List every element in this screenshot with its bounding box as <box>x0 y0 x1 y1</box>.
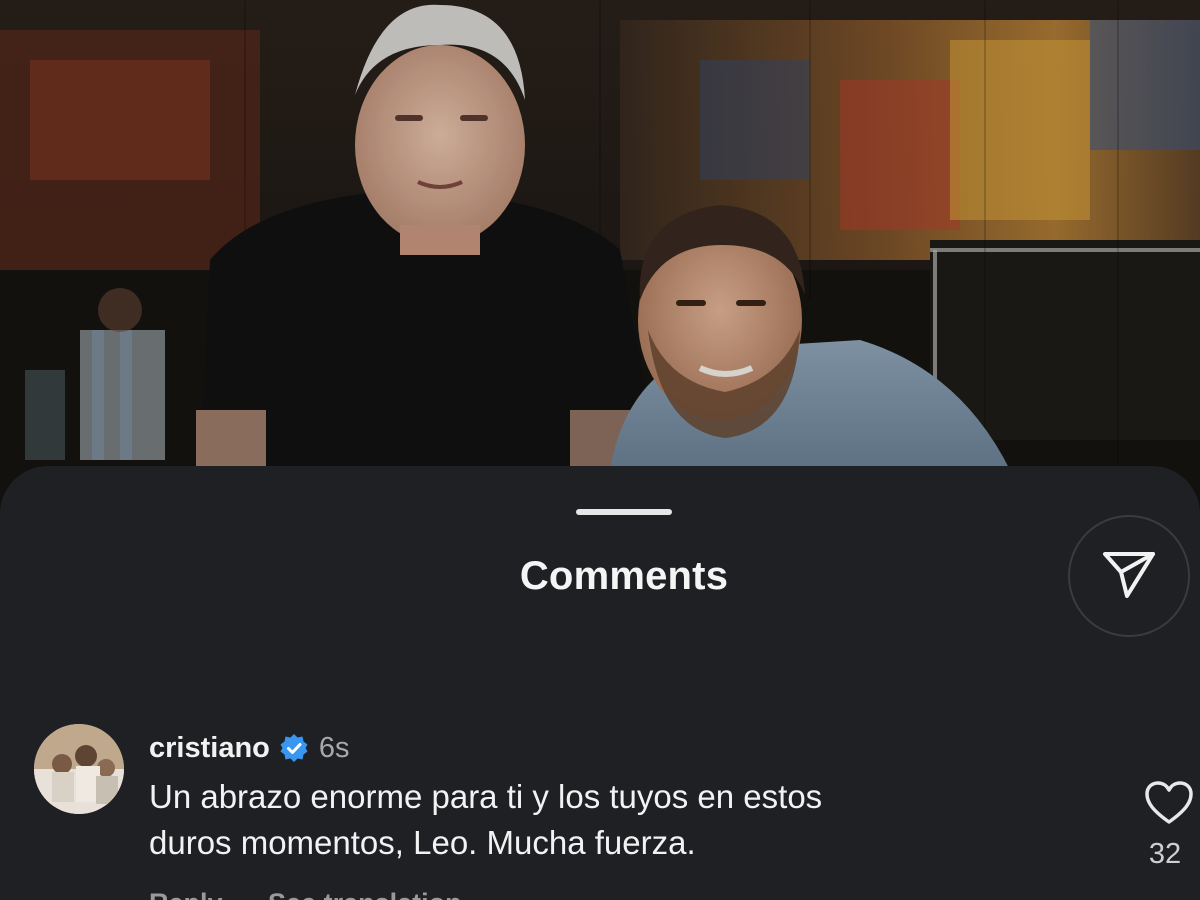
post-photo <box>0 0 1200 520</box>
comment-actions: Reply See translation <box>149 888 462 900</box>
comment-text-line: duros momentos, Leo. Mucha fuerza. <box>149 824 696 861</box>
comments-sheet: Comments cristiano 6s Un abrazo enorme p… <box>0 466 1200 900</box>
comment-text: Un abrazo enorme para ti y los tuyos en … <box>149 774 1049 866</box>
comment-item: cristiano 6s Un abrazo enorme para ti y … <box>0 722 1200 900</box>
comment-timestamp: 6s <box>318 731 350 764</box>
see-translation-button[interactable]: See translation <box>268 888 462 900</box>
heart-outline-icon <box>1144 781 1194 830</box>
avatar[interactable] <box>34 724 124 814</box>
story-screen: Comments cristiano 6s Un abrazo enorme p… <box>0 0 1200 900</box>
sheet-title: Comments <box>519 554 729 598</box>
drag-handle[interactable] <box>576 509 672 515</box>
reply-button[interactable]: Reply <box>149 888 223 900</box>
comment-header: cristiano 6s <box>149 728 350 768</box>
verified-badge-icon <box>279 733 309 763</box>
share-button[interactable] <box>1068 515 1190 637</box>
like-count: 32 <box>1148 838 1182 870</box>
paper-plane-icon <box>1099 544 1159 609</box>
comment-text-line: Un abrazo enorme para ti y los tuyos en … <box>149 778 823 815</box>
like-button[interactable] <box>1144 780 1194 826</box>
username[interactable]: cristiano <box>149 732 270 765</box>
